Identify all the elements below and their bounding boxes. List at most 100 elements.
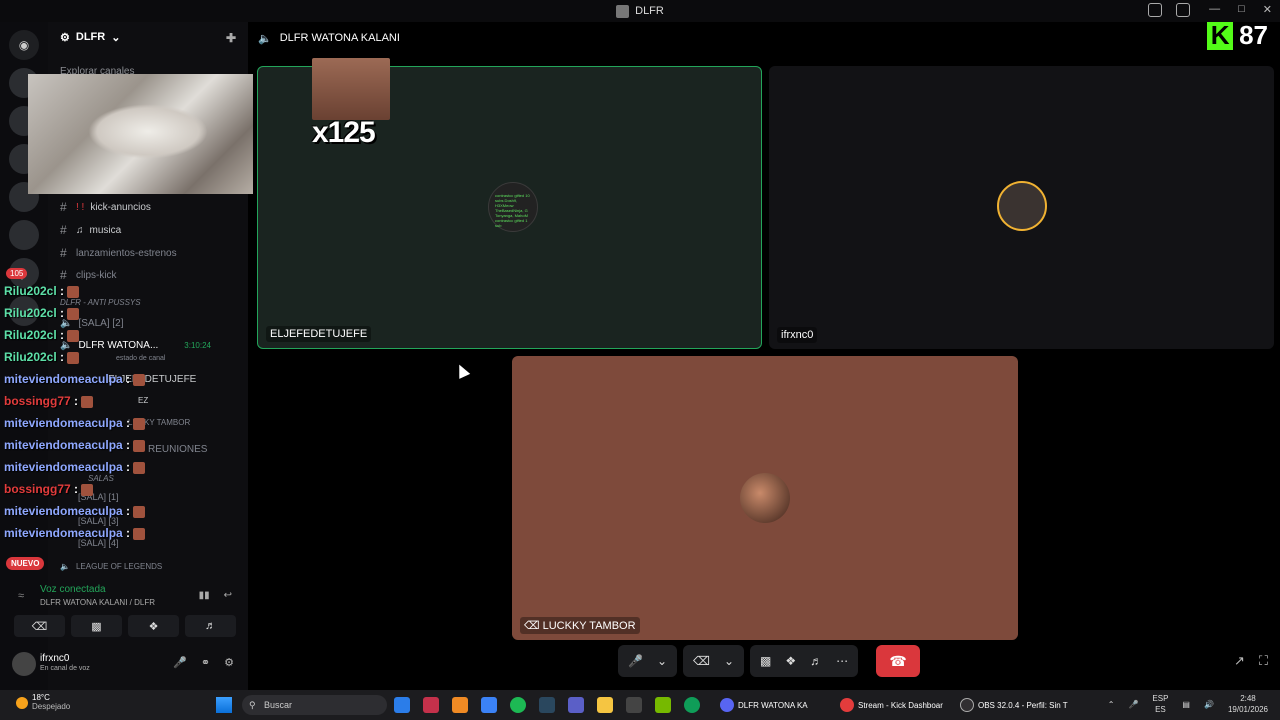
channel-musica[interactable]: # ♫ musica xyxy=(60,223,121,237)
inbox-icon[interactable] xyxy=(1148,3,1162,17)
steam-icon[interactable] xyxy=(539,697,555,713)
participant-avatar xyxy=(740,473,790,523)
server-header[interactable]: ⚙ DLFR ⌄ ✚ xyxy=(48,22,248,52)
help-icon[interactable] xyxy=(1176,3,1190,17)
emote-icon xyxy=(133,417,146,430)
chevron-down-icon[interactable]: ⌄ xyxy=(724,654,734,668)
activities-button[interactable]: ❖ xyxy=(128,615,179,637)
chat-message: miteviendomeaculpa : xyxy=(4,526,146,540)
chat-message: Rilu202cl : xyxy=(4,306,80,320)
headphones-icon[interactable]: ⚭ xyxy=(201,656,210,669)
camera-off-button[interactable]: ⌫ xyxy=(14,615,65,637)
emote-icon xyxy=(133,373,146,386)
taskbar-search[interactable]: ⚲ Buscar xyxy=(242,695,387,715)
clock[interactable]: 2:48 19/01/2026 xyxy=(1228,693,1268,715)
channel-label: musica xyxy=(89,224,122,236)
user-status: En canal de voz xyxy=(40,665,90,672)
invite-icon[interactable]: ✚ xyxy=(226,31,236,45)
call-controls: 🎤 ⌄ ⌫ ⌄ ▩ ❖ ♬ ⋯ ☎ xyxy=(618,645,921,677)
search-placeholder: Buscar xyxy=(264,700,293,710)
app-icon[interactable] xyxy=(481,697,497,713)
chat-message: bossingg77 : xyxy=(4,394,94,408)
voice-status[interactable]: Voz conectada xyxy=(40,584,106,595)
network-icon[interactable]: ▤ xyxy=(1182,700,1190,709)
gift-image xyxy=(312,58,390,120)
microphone-icon[interactable]: 🎤 xyxy=(1128,700,1138,709)
screen-share-button[interactable]: ▩ xyxy=(71,615,122,637)
server-icon[interactable] xyxy=(9,220,39,250)
chat-message: miteviendomeaculpa : xyxy=(4,438,146,452)
camera-off-icon: ⌫ xyxy=(524,620,543,632)
participant-tile[interactable]: ifrxnc0 xyxy=(769,66,1274,349)
hash-icon: # xyxy=(60,223,67,237)
view-controls: ↗ ⛶ xyxy=(1234,653,1268,669)
volume-icon[interactable]: 🔊 xyxy=(1204,700,1214,709)
spotify-icon[interactable] xyxy=(510,697,526,713)
voice-channel-title: DLFR WATONA KALANI xyxy=(279,32,400,44)
mic-control[interactable]: 🎤 ⌄ xyxy=(618,645,678,677)
maximize-button[interactable]: □ xyxy=(1238,3,1245,16)
teams-icon[interactable] xyxy=(568,697,584,713)
chat-message: Rilu202cl : xyxy=(4,328,80,342)
server-settings-icon: ⚙ xyxy=(60,31,70,44)
taskbar-browser[interactable]: Stream - Kick Dashboar xyxy=(840,694,943,716)
popout-icon[interactable]: ↗ xyxy=(1234,653,1245,669)
music-icon: ♫ xyxy=(76,224,84,236)
signal-icon[interactable]: ≈ xyxy=(18,590,24,602)
app-icon[interactable] xyxy=(423,697,439,713)
language-indicator[interactable]: ESP ES xyxy=(1152,693,1168,715)
channel-kick-anuncios[interactable]: # ! ! kick-anuncios xyxy=(60,200,151,214)
edge-icon[interactable] xyxy=(684,697,700,713)
windows-start-icon[interactable] xyxy=(216,697,232,713)
disconnect-button[interactable]: ☎ xyxy=(876,645,921,677)
disconnect-icon[interactable]: ↩ xyxy=(224,590,232,601)
search-icon: ⚲ xyxy=(249,700,256,710)
hash-icon: # xyxy=(60,200,67,214)
app-icon xyxy=(616,4,630,18)
app-icon[interactable] xyxy=(452,697,468,713)
discord-home-icon[interactable]: ◉ xyxy=(9,30,39,60)
copilot-icon[interactable] xyxy=(394,697,410,713)
more-icon[interactable]: ⋯ xyxy=(836,654,848,668)
participant-avatar xyxy=(997,181,1047,231)
close-button[interactable]: ✕ xyxy=(1263,3,1272,16)
new-badge: NUEVO xyxy=(6,557,45,570)
chevron-up-icon[interactable]: ⌃ xyxy=(1108,700,1115,709)
minimize-button[interactable]: — xyxy=(1209,3,1220,16)
mouse-cursor xyxy=(453,362,471,379)
microphone-icon[interactable]: 🎤 xyxy=(628,654,643,668)
voice-channel-path[interactable]: DLFR WATONA KALANI / DLFR xyxy=(40,598,155,607)
soundboard-button[interactable]: ♬ xyxy=(185,615,236,637)
participant-tile[interactable]: ⌫ LUCKKY TAMBOR xyxy=(512,356,1018,640)
chevron-down-icon[interactable]: ⌄ xyxy=(657,654,667,668)
noise-suppression-icon[interactable]: ▮▮ xyxy=(199,590,210,601)
channel-lanzamientos[interactable]: # lanzamientos-estrenos xyxy=(60,246,177,260)
chat-message: miteviendomeaculpa : xyxy=(4,504,146,518)
taskbar-discord[interactable]: DLFR WATONA KA xyxy=(720,694,808,716)
emote-icon xyxy=(81,395,94,408)
camera-off-icon[interactable]: ⌫ xyxy=(693,654,710,668)
taskbar-obs[interactable]: OBS 32.0.4 - Perfil: Sin T xyxy=(960,694,1068,716)
microphone-icon[interactable]: 🎤 xyxy=(173,656,187,669)
emote-icon xyxy=(81,483,94,496)
screen-share-icon[interactable]: ▩ xyxy=(760,654,771,668)
username[interactable]: ifrxnc0 xyxy=(40,653,69,664)
chat-message: Rilu202cl : xyxy=(4,284,80,298)
gear-icon[interactable]: ⚙ xyxy=(224,656,234,669)
activities-icon[interactable]: ❖ xyxy=(785,654,796,668)
channel-clips-kick[interactable]: # clips-kick xyxy=(60,268,117,282)
file-explorer-icon[interactable] xyxy=(597,697,613,713)
hash-icon: # xyxy=(60,268,67,282)
weather-widget[interactable]: 18°C Despejado xyxy=(16,693,70,711)
channel-label: kick-anuncios xyxy=(90,201,151,213)
kick-viewer-count: 87 xyxy=(1239,20,1268,50)
nvidia-icon[interactable] xyxy=(655,697,671,713)
soundboard-icon[interactable]: ♬ xyxy=(810,654,822,668)
store-icon[interactable] xyxy=(626,697,642,713)
kick-viewer-overlay: K 87 xyxy=(1207,20,1268,51)
avatar[interactable] xyxy=(12,652,36,676)
emote-icon xyxy=(133,461,146,474)
pinned-apps xyxy=(394,697,700,713)
camera-control[interactable]: ⌫ ⌄ xyxy=(683,645,745,677)
fullscreen-icon[interactable]: ⛶ xyxy=(1259,653,1268,669)
